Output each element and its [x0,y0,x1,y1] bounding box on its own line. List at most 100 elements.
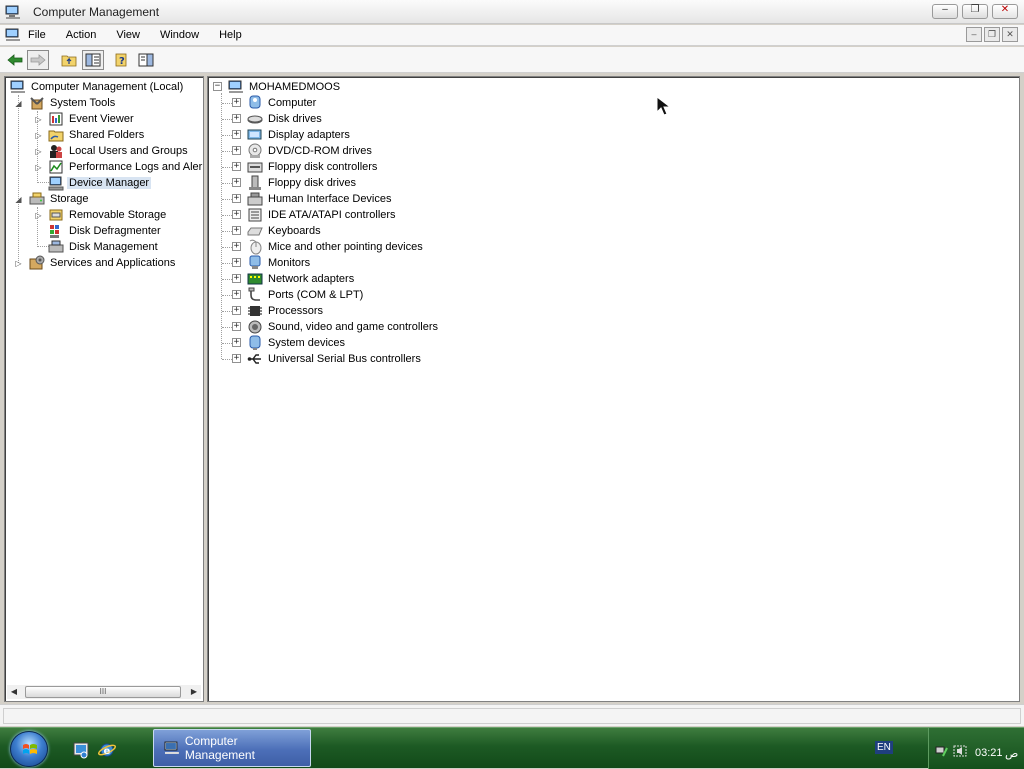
tree-item-shared-folders[interactable]: Shared Folders [48,127,146,143]
expand-box-icon[interactable]: + [232,274,241,283]
mmc-document-icon[interactable] [5,28,21,42]
internet-explorer-icon[interactable]: e [98,741,116,759]
expand-box-icon[interactable]: + [232,290,241,299]
expand-box-icon[interactable]: + [232,162,241,171]
menu-help[interactable]: Help [219,28,250,42]
scroll-left-icon[interactable]: ◀ [7,685,21,699]
language-indicator[interactable]: EN [875,741,893,754]
expand-triangle-icon[interactable]: ▷ [34,147,43,156]
expand-box-icon[interactable]: + [232,338,241,347]
forward-button[interactable] [27,50,49,70]
expand-box-icon[interactable]: + [232,178,241,187]
device-category[interactable]: Ports (COM & LPT) [247,287,365,303]
expand-box-icon[interactable]: + [232,242,241,251]
expand-triangle-icon[interactable]: ▷ [34,131,43,140]
tree-connector [221,93,222,359]
device-category[interactable]: Sound, video and game controllers [247,319,440,335]
device-category-label: Keyboards [268,225,321,237]
device-category[interactable]: Floppy disk drives [247,175,358,191]
expand-box-icon[interactable]: + [232,322,241,331]
device-category[interactable]: Human Interface Devices [247,191,394,207]
expand-box-icon[interactable]: + [232,306,241,315]
tree-item-system-tools[interactable]: System Tools [29,95,117,111]
device-category[interactable]: Display adapters [247,127,352,143]
expand-box-icon[interactable]: + [232,354,241,363]
expand-box-icon[interactable]: + [232,258,241,267]
computer-root-icon [228,79,244,95]
device-category-label: Disk drives [268,113,322,125]
menu-view[interactable]: View [116,28,148,42]
close-button[interactable]: ✕ [992,4,1018,19]
help-button[interactable]: ? [111,50,133,70]
volume-tray-icon[interactable] [953,745,967,757]
child-restore-button[interactable]: ❐ [984,27,1000,42]
device-category[interactable]: Floppy disk controllers [247,159,379,175]
show-hide-console-tree-button[interactable] [82,50,104,70]
disk-defragmenter-icon [48,223,64,239]
expand-box-icon[interactable]: + [232,210,241,219]
start-button[interactable] [10,731,48,767]
taskbar-button-computer-management[interactable]: Computer Management [153,729,311,767]
device-tree-root[interactable]: MOHAMEDMOOS [228,79,342,95]
device-category[interactable]: Keyboards [247,223,323,239]
child-minimize-button[interactable]: – [966,27,982,42]
tree-item-disk-defragmenter[interactable]: Disk Defragmenter [48,223,163,239]
network-tray-icon[interactable] [935,745,949,757]
device-category[interactable]: Universal Serial Bus controllers [247,351,423,367]
device-category[interactable]: Mice and other pointing devices [247,239,425,255]
child-close-button[interactable]: ✕ [1002,27,1018,42]
device-category[interactable]: DVD/CD-ROM drives [247,143,374,159]
scroll-thumb[interactable]: III [25,686,181,698]
device-category[interactable]: Processors [247,303,325,319]
up-one-level-button[interactable] [58,50,80,70]
tree-item-device-manager[interactable]: Device Manager [48,175,152,191]
expand-box-icon[interactable]: + [232,194,241,203]
tree-item-services-applications[interactable]: Services and Applications [29,255,177,271]
expand-box-icon[interactable]: + [232,226,241,235]
device-category[interactable]: System devices [247,335,347,351]
tree-item-disk-management[interactable]: Disk Management [48,239,160,255]
device-category[interactable]: Computer [247,95,318,111]
menu-action[interactable]: Action [66,28,105,42]
minimize-button[interactable]: – [932,4,958,19]
tree-item-performance-logs[interactable]: Performance Logs and Aler [48,159,203,175]
expand-triangle-icon[interactable]: ▷ [34,115,43,124]
tree-item-computer-management[interactable]: Computer Management (Local) [10,79,185,95]
expand-triangle-icon[interactable]: ▷ [14,259,23,268]
expand-box-icon[interactable]: + [232,98,241,107]
ide-controller-icon [247,207,263,223]
device-category[interactable]: IDE ATA/ATAPI controllers [247,207,398,223]
scroll-right-icon[interactable]: ▶ [187,685,201,699]
expand-box-icon[interactable]: + [232,146,241,155]
device-category[interactable]: Network adapters [247,271,356,287]
expand-box-icon[interactable]: + [232,130,241,139]
tree-item-event-viewer[interactable]: Event Viewer [48,111,136,127]
collapse-box-icon[interactable]: − [213,82,222,91]
expand-triangle-icon[interactable]: ▷ [34,211,43,220]
menu-window[interactable]: Window [160,28,207,42]
device-tree-pane[interactable]: − MOHAMEDMOOS + Computer + Disk drives + Disp… [207,76,1020,702]
tree-connector [222,359,232,360]
device-category[interactable]: Monitors [247,255,312,271]
device-category[interactable]: Disk drives [247,111,324,127]
menu-file[interactable]: File [28,28,54,42]
tree-item-local-users-groups[interactable]: Local Users and Groups [48,143,190,159]
quick-launch-desktop-icon[interactable] [72,741,90,759]
computer-name: MOHAMEDMOOS [249,81,341,93]
console-tree-pane[interactable]: Computer Management (Local) ◢ System Too… [4,76,204,702]
expand-box-icon[interactable]: + [232,114,241,123]
tree-item-removable-storage[interactable]: Removable Storage [48,207,168,223]
horizontal-scrollbar[interactable]: ◀ III ▶ [7,685,201,699]
show-hide-action-pane-button[interactable] [135,50,157,70]
close-icon: ✕ [1006,29,1014,39]
back-button[interactable] [4,50,26,70]
collapse-triangle-icon[interactable]: ◢ [14,99,23,108]
expand-triangle-icon[interactable]: ▷ [34,163,43,172]
tree-item-storage[interactable]: Storage [29,191,91,207]
restore-button[interactable]: ❐ [962,4,988,19]
tree-connector [222,279,232,280]
title-bar: Computer Management – ❐ ✕ [0,0,1024,24]
tree-connector [222,183,232,184]
collapse-triangle-icon[interactable]: ◢ [14,195,23,204]
clock-time[interactable]: 03:21 [975,747,1003,759]
